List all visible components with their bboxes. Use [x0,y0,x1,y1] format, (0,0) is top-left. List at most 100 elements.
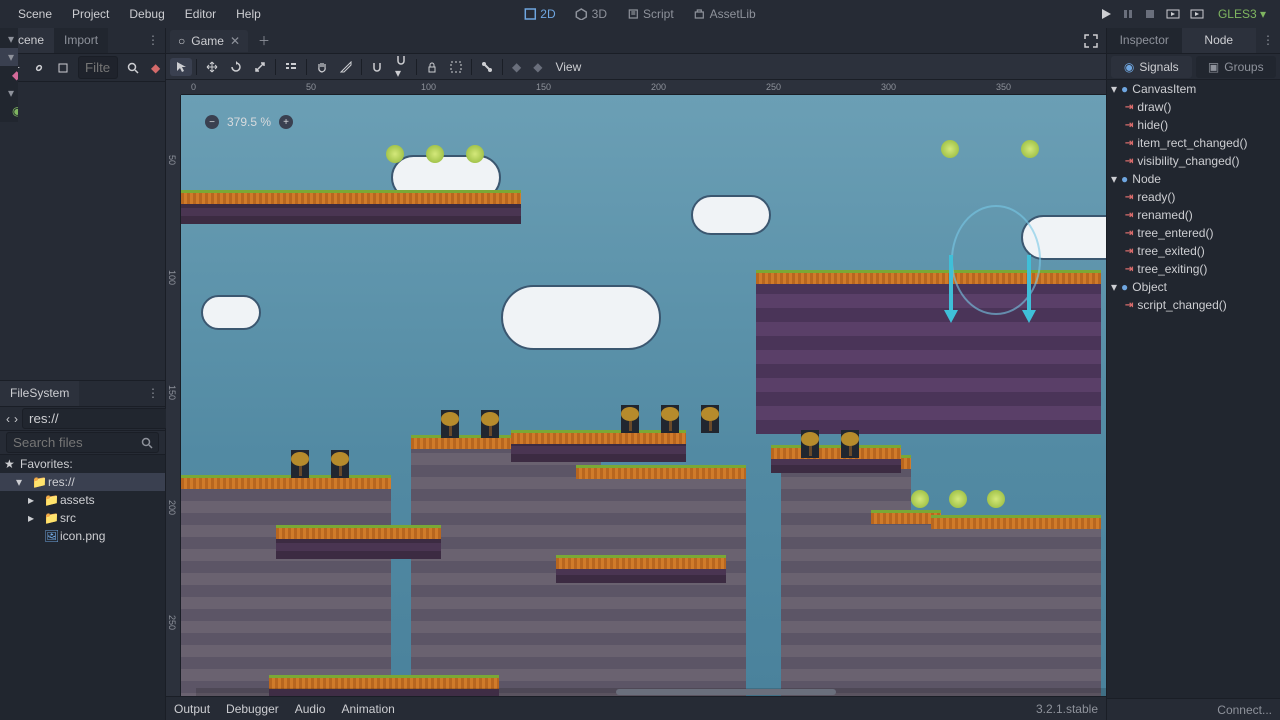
group-icon[interactable] [445,58,467,76]
menu-editor[interactable]: Editor [175,1,226,27]
pan-tool-icon[interactable] [311,58,333,76]
signal-group-header[interactable]: ▾●Node [1107,170,1280,188]
menu-help[interactable]: Help [226,1,271,27]
mode-3d[interactable]: 3D [568,3,615,25]
viewport-scrollbar-h[interactable] [196,688,1106,696]
move-tool-icon[interactable] [201,58,223,76]
filesystem-item[interactable]: ▾📁res:// [0,473,165,491]
chevron-down-icon[interactable]: ▾ [8,50,14,64]
viewport[interactable]: 050100150200250300350400 50100150200250 … [166,80,1106,696]
renderer-selector[interactable]: GLES3 ▾ [1212,7,1272,21]
signal-item[interactable]: ⇥script_changed() [1107,296,1280,314]
filter-nodes-input[interactable] [78,56,118,79]
tab-node[interactable]: Node [1182,28,1257,53]
chevron-icon[interactable]: ▾ [16,475,28,489]
distraction-free-icon[interactable] [1080,30,1102,52]
chevron-icon[interactable]: ▸ [28,493,40,507]
snap-options-icon[interactable]: ▾ [390,51,412,83]
snap-toggle-icon[interactable] [366,58,388,76]
bottom-output[interactable]: Output [174,702,210,716]
scene-tree-node[interactable]: ▾○Game📄 [0,30,18,48]
filesystem-options-icon[interactable]: ⋮ [141,381,165,406]
play-icon[interactable] [1100,8,1112,20]
signal-emit-icon: ⇥ [1125,264,1133,275]
menu-scene[interactable]: Scene [8,1,62,27]
tab-inspector[interactable]: Inspector [1107,28,1182,53]
bottom-debugger[interactable]: Debugger [226,702,279,716]
connect-button[interactable]: Connect... [1217,703,1272,717]
signal-item[interactable]: ⇥draw() [1107,98,1280,116]
folder-icon: 📁 [44,511,56,525]
zoom-out-icon[interactable]: − [205,115,219,129]
filesystem-item[interactable]: ▸📁src [0,509,165,527]
play-scene-icon[interactable] [1166,8,1180,20]
scene-tree [481,410,499,438]
bottom-audio[interactable]: Audio [295,702,326,716]
node-type-icon: ◉ [12,105,18,118]
scene-orb [386,145,404,163]
signal-item[interactable]: ⇥tree_entered() [1107,224,1280,242]
signal-item[interactable]: ⇥visibility_changed() [1107,152,1280,170]
chevron-down-icon[interactable]: ▾ [8,86,14,100]
signal-item[interactable]: ⇥tree_exited() [1107,242,1280,260]
canvas-2d[interactable]: − 379.5 % + [181,95,1106,696]
subtab-signals[interactable]: ◉ Signals [1111,56,1192,78]
filesystem-item[interactable]: ▸📁assets [0,491,165,509]
chevron-down-icon[interactable]: ▾ [8,32,14,46]
dock-options-icon[interactable]: ⋮ [1256,28,1280,53]
scene-tree-node[interactable]: ◆Player⊞📄◉ [0,66,18,84]
signal-item[interactable]: ⇥hide() [1107,116,1280,134]
signal-item[interactable]: ⇥tree_exiting() [1107,260,1280,278]
filesystem-tab[interactable]: FileSystem [0,381,79,406]
select-tool-icon[interactable] [170,58,192,76]
nav-back-icon[interactable]: ‹ [6,412,10,426]
menu-project[interactable]: Project [62,1,119,27]
signal-group-header[interactable]: ▾●Object [1107,278,1280,296]
bone-icon[interactable] [476,58,498,76]
menu-debug[interactable]: Debug [119,1,174,27]
mode-script[interactable]: Script [619,3,682,25]
list-select-icon[interactable] [280,58,302,76]
tab-import[interactable]: Import [54,28,108,53]
pause-icon[interactable] [1122,8,1134,20]
mode-assetlib[interactable]: AssetLib [686,3,764,25]
link-icon[interactable] [30,60,48,76]
chevron-icon[interactable]: ▸ [28,511,40,525]
nav-forward-icon[interactable]: › [14,412,18,426]
version-label[interactable]: 3.2.1.stable [1036,702,1098,716]
new-scene-icon[interactable]: ＋ [252,28,276,53]
2d-icon [524,8,536,20]
scale-tool-icon[interactable] [249,58,271,76]
play-custom-icon[interactable] [1190,8,1204,20]
ruler-tool-icon[interactable] [335,58,357,76]
filesystem-search-input[interactable] [6,432,159,453]
mode-2d[interactable]: 2D [516,3,563,25]
signal-item[interactable]: ⇥renamed() [1107,206,1280,224]
scene-file-tab[interactable]: ○ Game ✕ [170,30,248,52]
scene-tree-node[interactable]: ◉PauseMenu⊞📄▾ [0,102,18,120]
bottom-animation[interactable]: Animation [341,702,394,716]
filesystem-item[interactable]: 🖼icon.png [0,527,165,545]
scene-tree-node[interactable]: ▾○Level⊞📄◉ [0,48,18,66]
scene-extra-icon[interactable]: ◆ [148,59,163,77]
zoom-in-icon[interactable]: + [279,115,293,129]
key-auto-icon[interactable]: ◆ [528,57,547,77]
rotate-tool-icon[interactable] [225,58,247,76]
dock-options-icon[interactable]: ⋮ [141,28,165,53]
signal-group-header[interactable]: ▾●CanvasItem [1107,80,1280,98]
stop-icon[interactable] [1144,8,1156,20]
signal-item[interactable]: ⇥ready() [1107,188,1280,206]
lock-icon[interactable] [421,58,443,76]
zoom-value[interactable]: 379.5 % [227,115,271,129]
signals-list: ▾●CanvasItem⇥draw()⇥hide()⇥item_rect_cha… [1107,80,1280,698]
close-icon[interactable]: ✕ [230,34,240,48]
subtab-groups[interactable]: ▣ Groups [1196,56,1277,78]
view-menu[interactable]: View [555,60,581,74]
key-insert-icon[interactable]: ◆ [507,57,526,77]
scene-tree-node[interactable]: ▾▦InterfaceLayer📄 [0,84,18,102]
attach-script-icon[interactable] [54,60,72,76]
scene-tree [661,405,679,433]
ruler-horizontal: 050100150200250300350400 [181,80,1106,95]
signal-item[interactable]: ⇥item_rect_changed() [1107,134,1280,152]
search-icon[interactable] [124,60,142,76]
